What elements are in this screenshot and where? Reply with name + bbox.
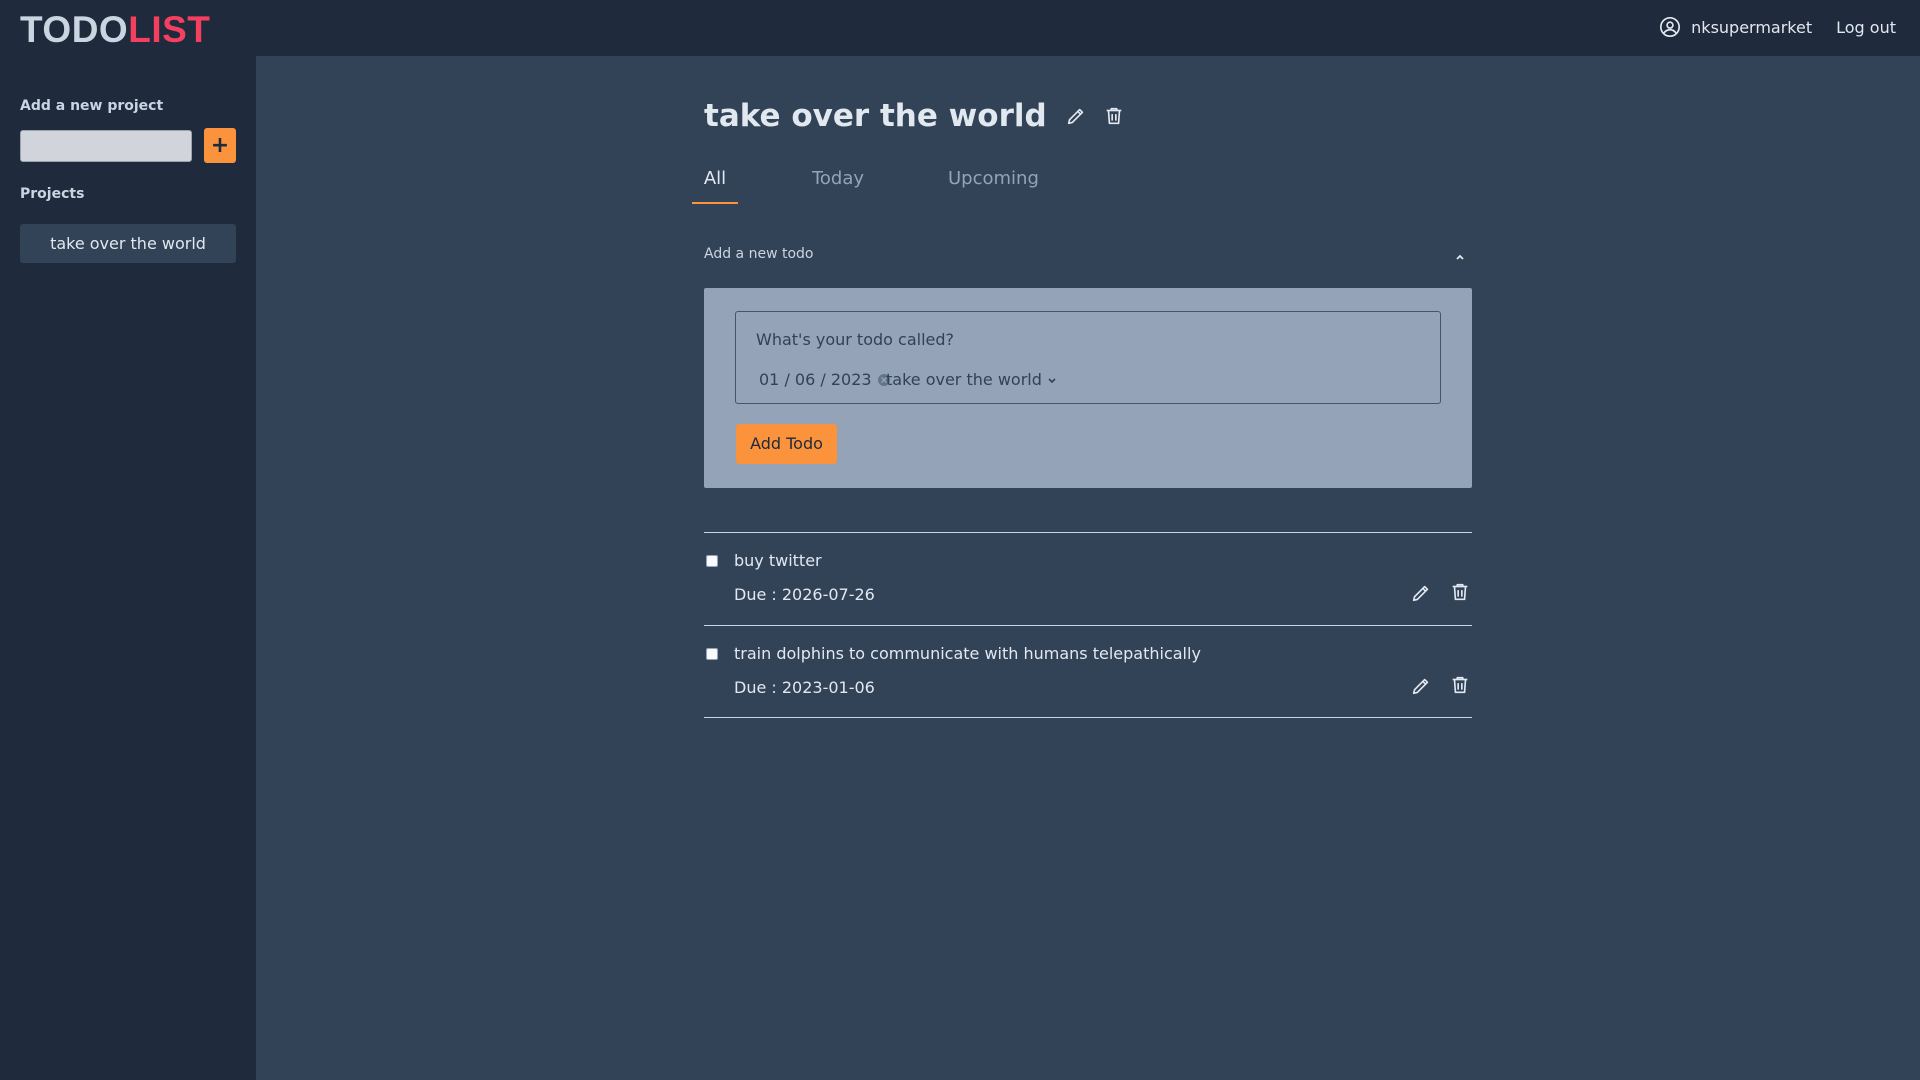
add-todo-button[interactable]: Add Todo: [736, 424, 837, 464]
todo-due-date: Due : 2023-01-06: [734, 678, 875, 697]
todo-checkbox[interactable]: [706, 648, 718, 660]
app-logo[interactable]: TODOLIST: [20, 9, 210, 51]
add-project-button[interactable]: +: [204, 128, 236, 163]
tab-today[interactable]: Today: [808, 164, 868, 204]
project-select[interactable]: take over the world: [886, 370, 1058, 389]
username-label[interactable]: nksupermarket: [1691, 18, 1812, 37]
main-content: take over the world All Today Upcoming A…: [256, 56, 1920, 1080]
sidebar: Add a new project + Projects take over t…: [0, 56, 256, 1080]
logo-text-todo: TODO: [20, 9, 129, 50]
delete-todo-icon[interactable]: [1449, 674, 1471, 696]
add-todo-section-label: Add a new todo: [704, 246, 814, 262]
delete-todo-icon[interactable]: [1449, 581, 1471, 603]
todo-checkbox[interactable]: [706, 555, 718, 567]
due-date-value: 01 / 06 / 2023: [759, 370, 872, 389]
user-circle-icon: [1659, 16, 1681, 38]
todo-item: buy twitter Due : 2026-07-26: [704, 532, 1472, 625]
add-project-label: Add a new project: [20, 98, 164, 114]
todo-item: train dolphins to communicate with human…: [704, 625, 1472, 718]
chevron-down-icon: [1046, 374, 1058, 386]
project-select-value: take over the world: [886, 370, 1042, 389]
user-area: nksupermarket Log out: [1659, 16, 1896, 38]
chevron-up-icon[interactable]: [1454, 248, 1466, 260]
edit-todo-icon[interactable]: [1410, 675, 1432, 697]
todo-list: buy twitter Due : 2026-07-26 train dolph…: [704, 532, 1472, 718]
edit-todo-icon[interactable]: [1410, 582, 1432, 604]
logout-button[interactable]: Log out: [1836, 18, 1896, 37]
sidebar-item-project[interactable]: take over the world: [20, 224, 236, 263]
add-todo-panel: What's your todo called? 01 / 06 / 2023 …: [704, 288, 1472, 488]
page-title: take over the world: [704, 98, 1047, 134]
todo-name-input[interactable]: What's your todo called?: [756, 330, 954, 349]
tab-upcoming[interactable]: Upcoming: [948, 164, 1039, 204]
todo-title: train dolphins to communicate with human…: [734, 644, 1201, 663]
edit-project-icon[interactable]: [1065, 105, 1087, 127]
logo-text-list: LIST: [128, 9, 211, 50]
delete-project-icon[interactable]: [1103, 105, 1125, 127]
tab-all[interactable]: All: [692, 164, 738, 204]
todo-due-date: Due : 2026-07-26: [734, 585, 875, 604]
due-date-input[interactable]: 01 / 06 / 2023: [759, 370, 891, 389]
todo-title: buy twitter: [734, 551, 822, 570]
top-bar: TODOLIST nksupermarket Log out: [0, 0, 1920, 56]
new-project-input[interactable]: [20, 130, 192, 162]
projects-heading: Projects: [20, 186, 85, 202]
add-todo-form: What's your todo called? 01 / 06 / 2023 …: [735, 311, 1441, 404]
title-row: take over the world: [704, 98, 1125, 134]
